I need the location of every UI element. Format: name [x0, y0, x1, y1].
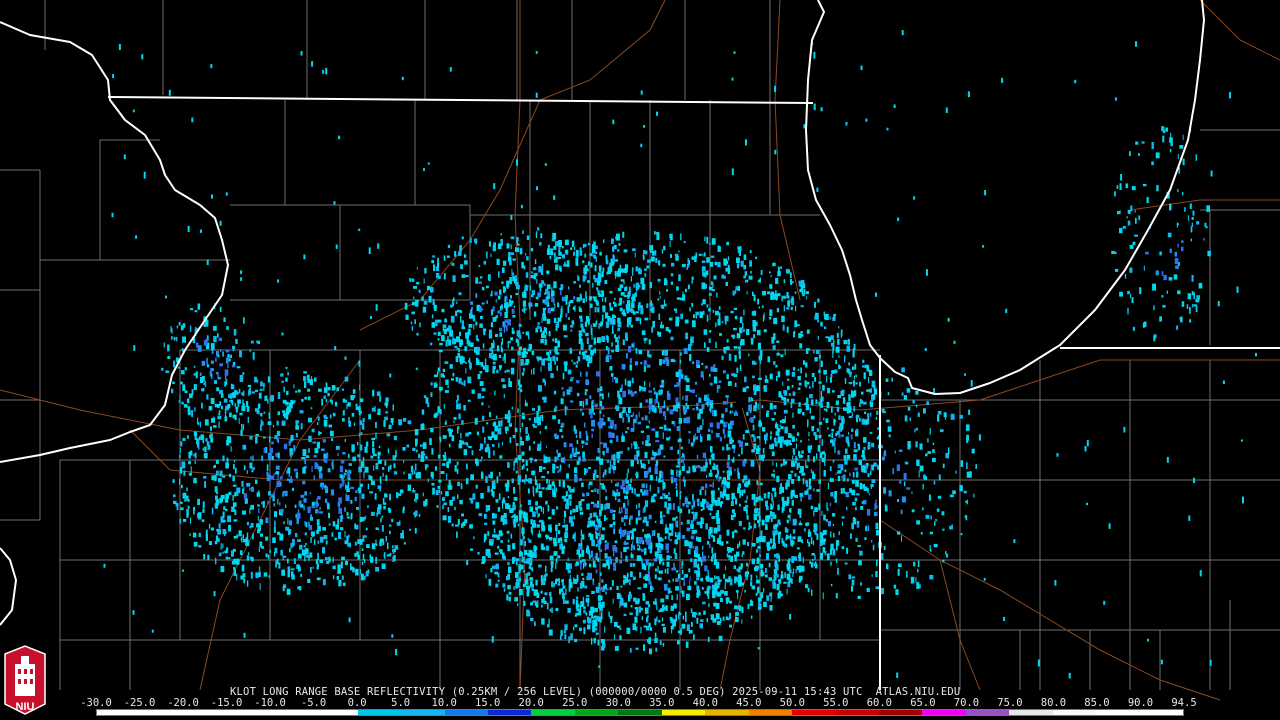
- color-bar-segment: [792, 710, 836, 715]
- radar-map: NIU: [0, 0, 1280, 720]
- color-bar-segment: [227, 710, 271, 715]
- scale-tick-label: -5.0: [300, 697, 327, 709]
- color-bar-segment: [1009, 710, 1053, 715]
- scale-tick-label: 40.0: [692, 697, 718, 709]
- scale-tick-label: -15.0: [210, 697, 243, 709]
- scale-tick-label: -10.0: [254, 697, 286, 709]
- scale-tick-label: 30.0: [605, 697, 631, 709]
- color-bar-segment: [1052, 710, 1097, 715]
- color-bar-segment: [97, 710, 141, 715]
- scale-tick-label: 25.0: [562, 697, 588, 709]
- reflectivity-scale-labels: -30.0 -25.0 -20.0 -15.0 -10.0 -5.0 0.0 5.0 10.0 1…: [80, 697, 1206, 709]
- color-bar-segment: [357, 710, 402, 715]
- scale-tick-label: 5.0: [391, 697, 411, 709]
- color-bar-segment: [574, 710, 619, 715]
- scale-tick-label: 65.0: [910, 697, 936, 709]
- color-bar-segment: [531, 710, 575, 715]
- scale-tick-label: -30.0: [80, 697, 112, 709]
- color-bar-segment: [401, 710, 445, 715]
- scale-tick-label: 80.0: [1040, 697, 1067, 709]
- scale-tick-label: 45.0: [736, 697, 762, 709]
- color-bar-segment: [618, 710, 662, 715]
- scale-tick-label: -20.0: [167, 697, 199, 709]
- scale-tick-label: 75.0: [997, 697, 1023, 709]
- scale-tick-label: 70.0: [953, 697, 980, 709]
- scale-tick-label: 20.0: [518, 697, 544, 709]
- color-bar-segment: [661, 710, 706, 715]
- scale-tick-label: 35.0: [649, 697, 675, 709]
- niu-tower-logo: NIU: [4, 645, 46, 715]
- scale-tick-label: 60.0: [866, 697, 893, 709]
- color-bar-segment: [487, 710, 532, 715]
- reflectivity-color-bar: [96, 709, 1184, 716]
- color-bar-segment: [140, 710, 184, 715]
- scale-tick-label: 10.0: [431, 697, 457, 709]
- color-bar-segment: [835, 710, 879, 715]
- scale-tick-label: -25.0: [123, 697, 156, 709]
- color-bar-segment: [183, 710, 228, 715]
- scale-tick-label: 94.5: [1171, 697, 1197, 709]
- scale-tick-label: 50.0: [779, 697, 805, 709]
- color-bar-segment: [1096, 710, 1140, 715]
- radar-site: [736, 392, 748, 408]
- color-bar-segment: [1139, 710, 1183, 715]
- logo-text: NIU: [16, 701, 35, 713]
- scale-tick-label: 55.0: [823, 697, 849, 709]
- color-bar-segment: [748, 710, 792, 715]
- color-bar-segment: [444, 710, 488, 715]
- color-bar-segment: [878, 710, 923, 715]
- color-bar-segment: [922, 710, 966, 715]
- color-bar-segment: [314, 710, 358, 715]
- product-caption: KLOT LONG RANGE BASE REFLECTIVITY (0.25K…: [230, 686, 961, 698]
- color-bar-segment: [705, 710, 749, 715]
- color-bar-segment: [270, 710, 315, 715]
- color-bar-segment: [965, 710, 1010, 715]
- scale-tick-label: 85.0: [1084, 697, 1110, 709]
- scale-tick-label: 15.0: [475, 697, 501, 709]
- scale-tick-label: 0.0: [347, 697, 367, 709]
- scale-tick-label: 90.0: [1127, 697, 1154, 709]
